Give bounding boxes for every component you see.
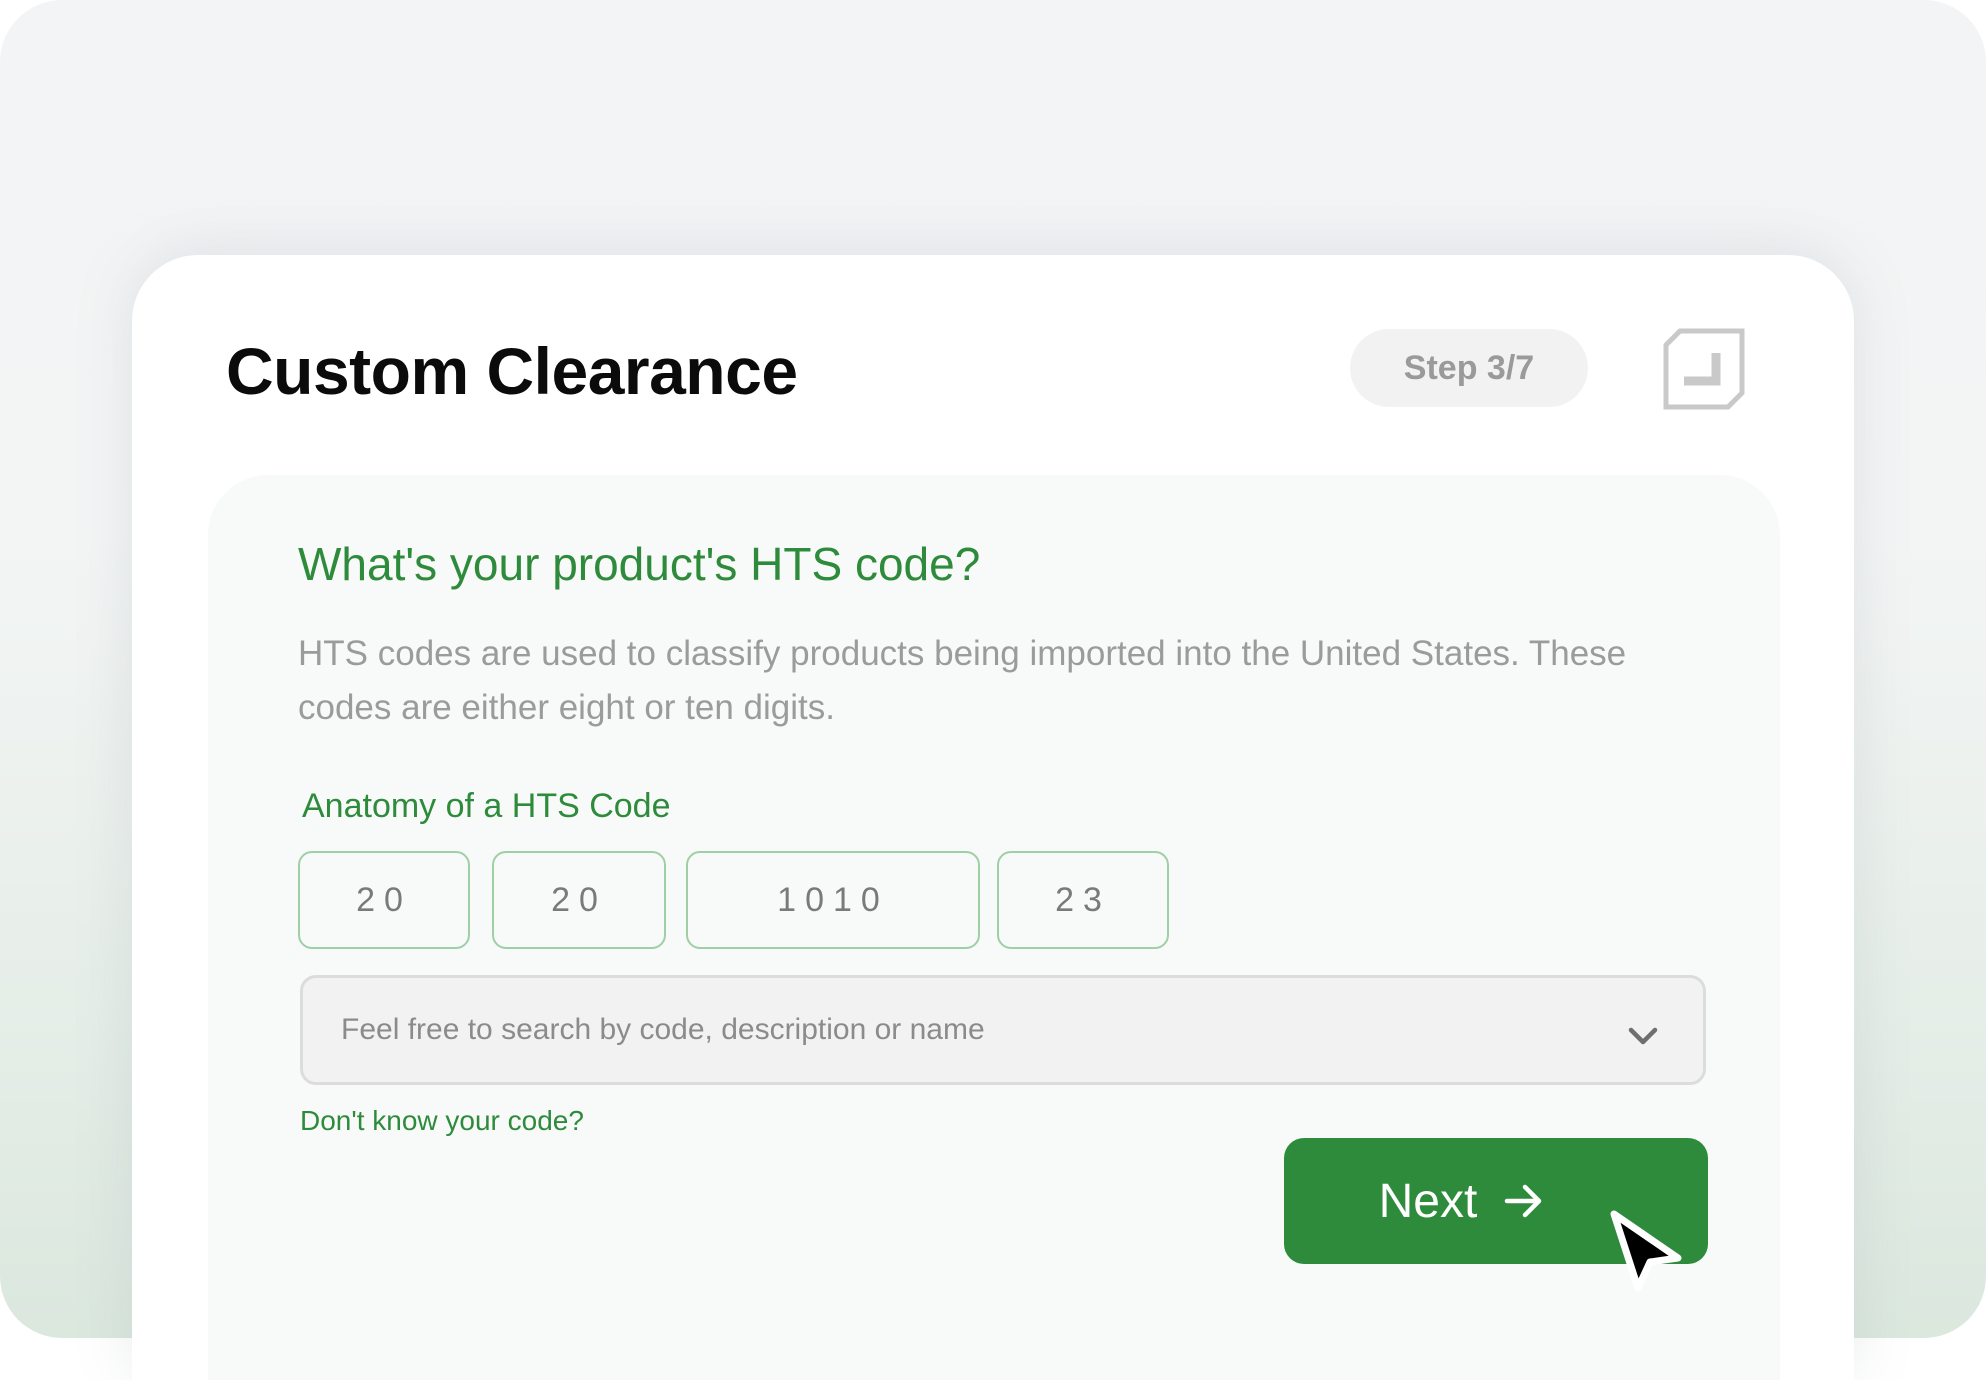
mouse-pointer-icon bbox=[1610, 1210, 1682, 1292]
question-panel: What's your product's HTS code? HTS code… bbox=[208, 475, 1780, 1380]
question-description: HTS codes are used to classify products … bbox=[298, 634, 1627, 727]
clearance-card: Custom Clearance Step 3/7 What's your pr… bbox=[132, 255, 1854, 1380]
question-title: What's your product's HTS code? bbox=[298, 538, 981, 590]
dont-know-code-link[interactable]: Don't know your code? bbox=[300, 1105, 584, 1137]
arrow-right-icon bbox=[1505, 1184, 1542, 1218]
hts-search-field[interactable] bbox=[300, 975, 1706, 1085]
hts-segment-heading: 20 bbox=[492, 851, 666, 949]
chevron-down-icon[interactable] bbox=[1623, 1016, 1663, 1056]
step-badge: Step 3/7 bbox=[1350, 329, 1588, 407]
hts-segment-subheading: 1010 bbox=[686, 851, 980, 949]
hts-segment-chapter: 20 bbox=[298, 851, 470, 949]
anatomy-label: Anatomy of a HTS Code bbox=[302, 787, 671, 825]
hts-segment-suffix: 23 bbox=[997, 851, 1169, 949]
hts-search-input[interactable] bbox=[339, 1012, 1583, 1048]
page-title: Custom Clearance bbox=[226, 334, 798, 408]
expand-corner-icon[interactable] bbox=[1662, 327, 1746, 411]
next-button-label: Next bbox=[1378, 1174, 1478, 1228]
